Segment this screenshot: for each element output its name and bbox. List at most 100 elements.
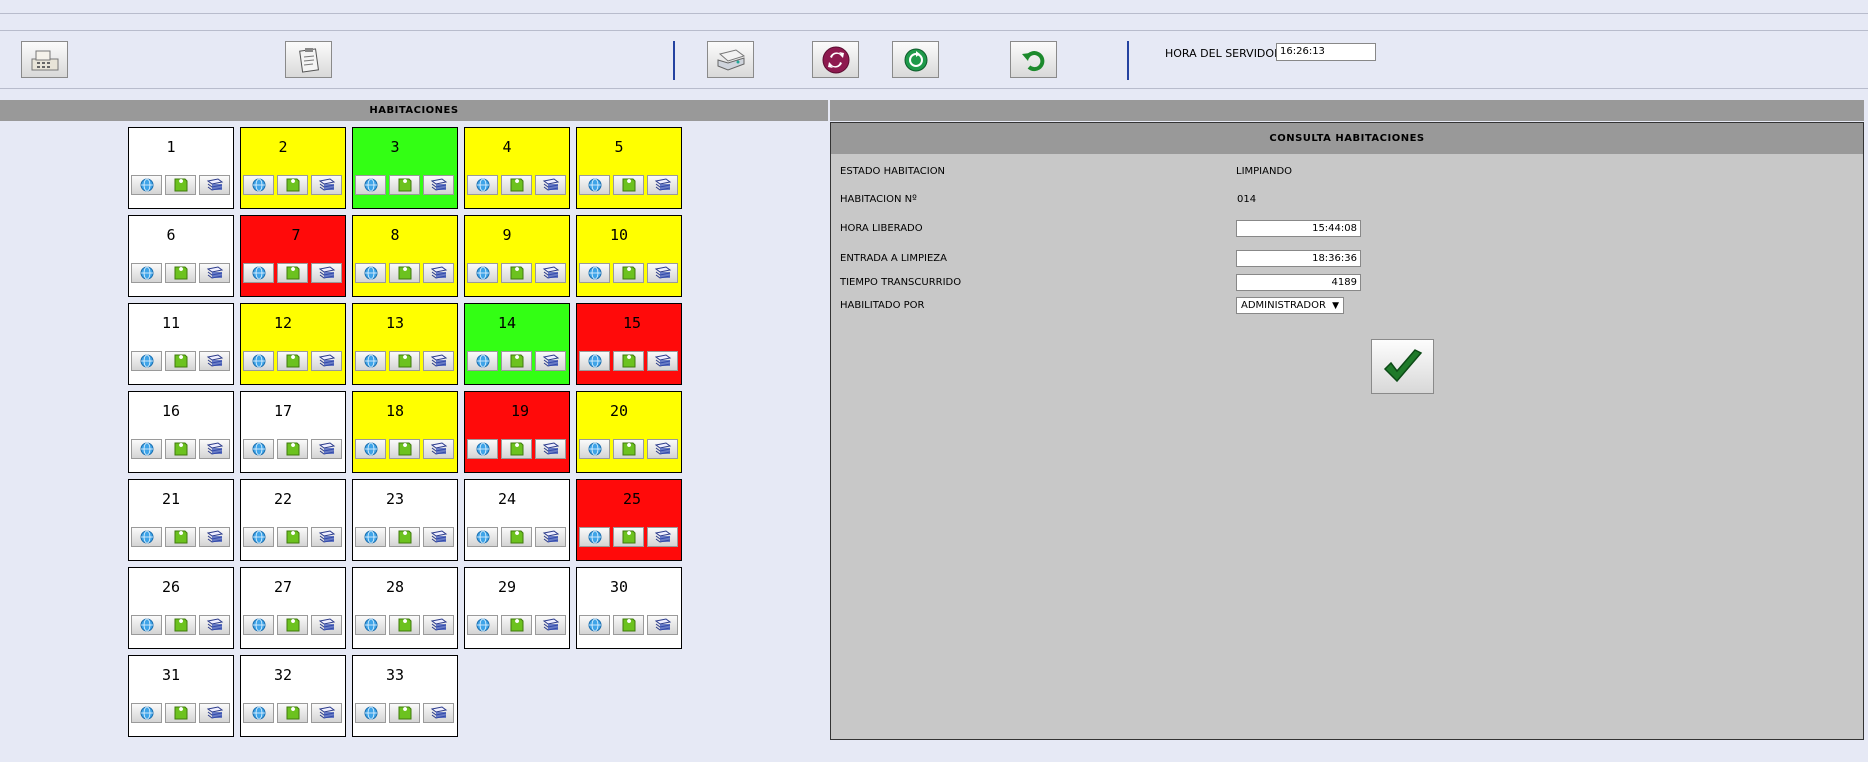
ticket-button[interactable] (277, 175, 308, 195)
globe-button[interactable] (467, 615, 498, 635)
stack-button[interactable] (423, 351, 454, 371)
ticket-button[interactable] (389, 703, 420, 723)
room-7[interactable]: 7 (240, 215, 346, 297)
room-11[interactable]: 11 (128, 303, 234, 385)
ticket-button[interactable] (389, 175, 420, 195)
stack-button[interactable] (423, 263, 454, 283)
stack-button[interactable] (199, 703, 230, 723)
room-32[interactable]: 32 (240, 655, 346, 737)
room-6[interactable]: 6 (128, 215, 234, 297)
ticket-button[interactable] (389, 351, 420, 371)
ticket-button[interactable] (277, 351, 308, 371)
globe-button[interactable] (467, 175, 498, 195)
globe-button[interactable] (131, 351, 162, 371)
ticket-button[interactable] (277, 263, 308, 283)
ticket-button[interactable] (613, 527, 644, 547)
stack-button[interactable] (647, 263, 678, 283)
room-22[interactable]: 22 (240, 479, 346, 561)
room-15[interactable]: 15 (576, 303, 682, 385)
globe-button[interactable] (131, 175, 162, 195)
room-30[interactable]: 30 (576, 567, 682, 649)
globe-button[interactable] (467, 439, 498, 459)
room-2[interactable]: 2 (240, 127, 346, 209)
room-27[interactable]: 27 (240, 567, 346, 649)
ticket-button[interactable] (501, 615, 532, 635)
globe-button[interactable] (579, 527, 610, 547)
room-28[interactable]: 28 (352, 567, 458, 649)
stack-button[interactable] (647, 175, 678, 195)
stack-button[interactable] (199, 175, 230, 195)
globe-button[interactable] (467, 351, 498, 371)
stack-button[interactable] (311, 351, 342, 371)
globe-button[interactable] (243, 527, 274, 547)
exchange-button[interactable] (812, 41, 859, 78)
globe-button[interactable] (131, 703, 162, 723)
tiempo-transcurrido-field[interactable]: 4189 (1236, 274, 1361, 291)
globe-button[interactable] (131, 615, 162, 635)
stack-button[interactable] (311, 615, 342, 635)
room-5[interactable]: 5 (576, 127, 682, 209)
room-14[interactable]: 14 (464, 303, 570, 385)
stack-button[interactable] (199, 263, 230, 283)
stack-button[interactable] (423, 527, 454, 547)
ticket-button[interactable] (165, 615, 196, 635)
room-19[interactable]: 19 (464, 391, 570, 473)
room-9[interactable]: 9 (464, 215, 570, 297)
stack-button[interactable] (647, 527, 678, 547)
ticket-button[interactable] (277, 703, 308, 723)
undo-button[interactable] (1010, 41, 1057, 78)
ticket-button[interactable] (613, 615, 644, 635)
room-12[interactable]: 12 (240, 303, 346, 385)
room-1[interactable]: 1 (128, 127, 234, 209)
globe-button[interactable] (579, 263, 610, 283)
server-time-field[interactable]: 16:26:13 (1276, 43, 1376, 61)
stack-button[interactable] (535, 439, 566, 459)
stack-button[interactable] (199, 615, 230, 635)
room-8[interactable]: 8 (352, 215, 458, 297)
room-3[interactable]: 3 (352, 127, 458, 209)
room-23[interactable]: 23 (352, 479, 458, 561)
ticket-button[interactable] (277, 527, 308, 547)
ticket-button[interactable] (165, 351, 196, 371)
confirm-button[interactable] (1371, 339, 1434, 394)
stack-button[interactable] (311, 439, 342, 459)
globe-button[interactable] (467, 263, 498, 283)
stack-button[interactable] (535, 615, 566, 635)
ticket-button[interactable] (501, 351, 532, 371)
stack-button[interactable] (199, 439, 230, 459)
room-4[interactable]: 4 (464, 127, 570, 209)
entrada-limpieza-field[interactable]: 18:36:36 (1236, 250, 1361, 267)
habilitado-por-select[interactable]: ADMINISTRADOR ▼ (1236, 297, 1344, 314)
ticket-button[interactable] (277, 439, 308, 459)
ticket-button[interactable] (389, 263, 420, 283)
globe-button[interactable] (243, 439, 274, 459)
printer-button[interactable] (707, 41, 754, 78)
room-29[interactable]: 29 (464, 567, 570, 649)
ticket-button[interactable] (613, 439, 644, 459)
stack-button[interactable] (311, 703, 342, 723)
ticket-button[interactable] (501, 527, 532, 547)
globe-button[interactable] (579, 351, 610, 371)
stack-button[interactable] (311, 263, 342, 283)
ticket-button[interactable] (165, 439, 196, 459)
ticket-button[interactable] (389, 439, 420, 459)
stack-button[interactable] (423, 703, 454, 723)
stack-button[interactable] (535, 351, 566, 371)
globe-button[interactable] (579, 439, 610, 459)
stack-button[interactable] (423, 615, 454, 635)
stack-button[interactable] (199, 351, 230, 371)
globe-button[interactable] (355, 615, 386, 635)
globe-button[interactable] (467, 527, 498, 547)
ticket-button[interactable] (501, 175, 532, 195)
room-16[interactable]: 16 (128, 391, 234, 473)
stack-button[interactable] (423, 439, 454, 459)
globe-button[interactable] (355, 439, 386, 459)
stack-button[interactable] (423, 175, 454, 195)
stack-button[interactable] (647, 439, 678, 459)
room-17[interactable]: 17 (240, 391, 346, 473)
globe-button[interactable] (243, 263, 274, 283)
ticket-button[interactable] (613, 263, 644, 283)
stack-button[interactable] (199, 527, 230, 547)
globe-button[interactable] (243, 351, 274, 371)
refresh-button[interactable] (892, 41, 939, 78)
